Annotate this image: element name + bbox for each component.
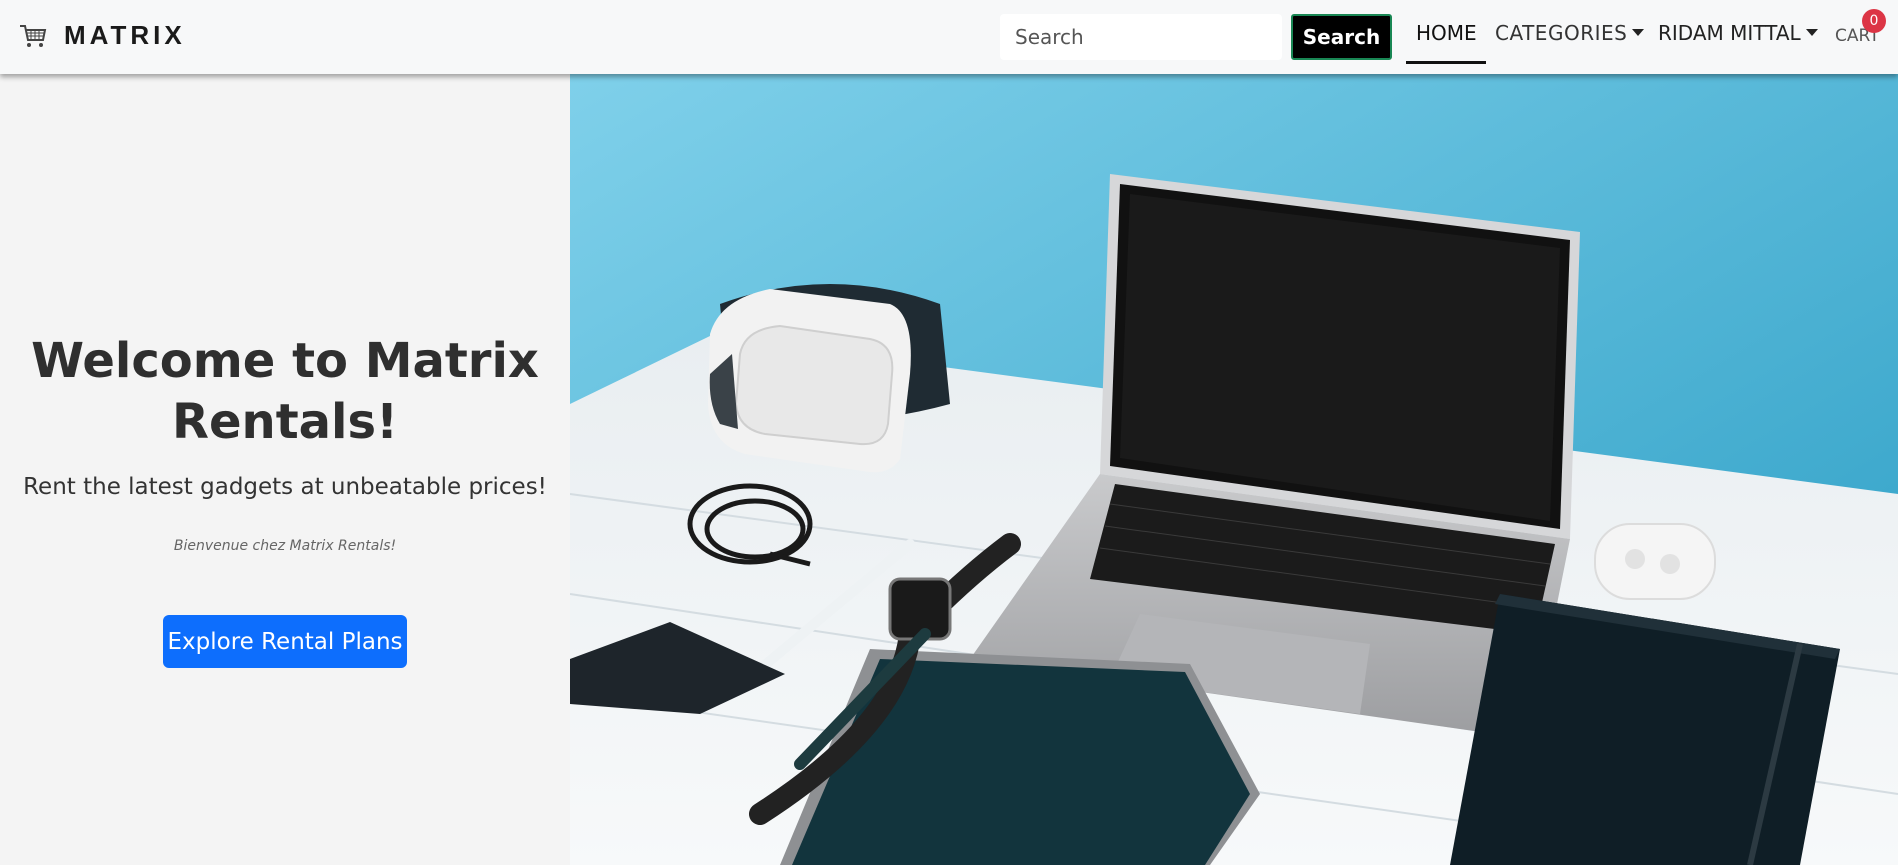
- earbuds-case: [1594, 523, 1716, 600]
- caret-down-icon: [1805, 29, 1818, 36]
- cart-count-badge: 0: [1862, 9, 1886, 33]
- hero-text-panel: Welcome to Matrix Rentals! Rent the late…: [0, 74, 570, 865]
- shopping-cart-icon: [20, 24, 47, 47]
- brand-name: MATRIX: [64, 20, 186, 50]
- search-button[interactable]: Search: [1291, 14, 1392, 60]
- nav-home[interactable]: HOME: [1416, 21, 1477, 45]
- nav-categories-label: CATEGORIES: [1495, 21, 1628, 45]
- hero-title: Welcome to Matrix Rentals!: [31, 333, 539, 450]
- active-tab-indicator: [1406, 61, 1486, 64]
- hero-tagline: Bienvenue chez Matrix Rentals!: [173, 538, 397, 554]
- hero-subtitle: Rent the latest gadgets at unbeatable pr…: [23, 474, 547, 500]
- top-navbar: MATRIX Search HOME CATEGORIES RIDAM MITT…: [0, 0, 1898, 74]
- hero-image: [570, 74, 1898, 865]
- nav-user-dropdown[interactable]: RIDAM MITTAL: [1658, 21, 1818, 45]
- explore-rental-plans-button[interactable]: Explore Rental Plans: [163, 615, 407, 668]
- nav-categories-dropdown[interactable]: CATEGORIES: [1495, 21, 1645, 45]
- gadgets-desk-illustration: [570, 74, 1898, 865]
- nav-user-label: RIDAM MITTAL: [1658, 21, 1801, 45]
- brand[interactable]: MATRIX: [18, 20, 186, 51]
- caret-down-icon: [1632, 29, 1645, 36]
- search-input[interactable]: [1000, 14, 1282, 60]
